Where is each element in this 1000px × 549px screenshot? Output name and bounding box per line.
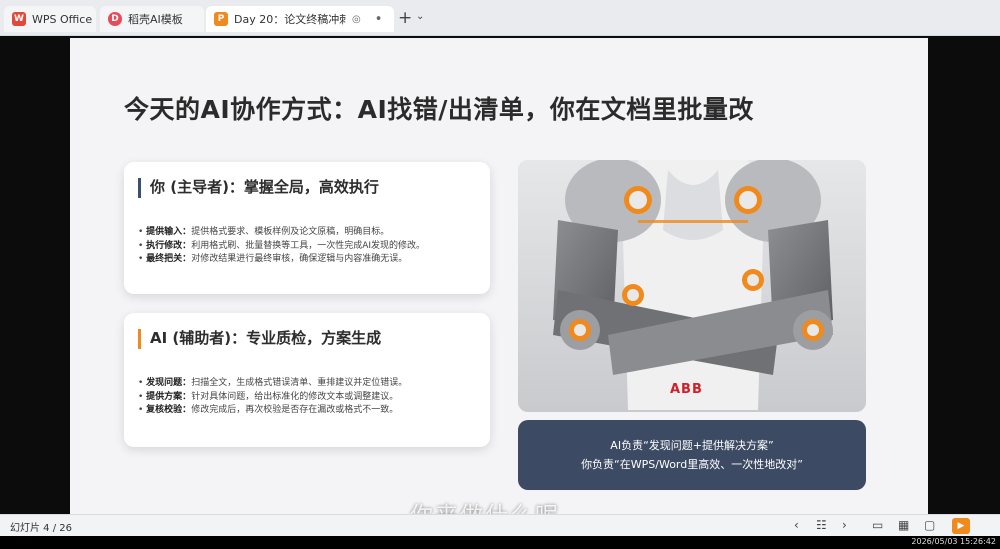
browser-tab-bar: W WPS Office D 稻壳AI模板 P Day 20：论文终稿冲刺指南 … [0, 0, 1000, 36]
tab-label: WPS Office [32, 12, 93, 26]
reading-view-icon[interactable]: ▢ [924, 518, 935, 532]
card-bullet-list: 发现问题：扫描全文，生成格式错误清单、重排建议并定位错误。 提供方案：针对具体问… [138, 377, 407, 418]
list-item: 最终把关：对修改结果进行最终审核，确保逻辑与内容准确无误。 [138, 253, 425, 267]
play-slideshow-button[interactable]: ▶ [952, 518, 970, 534]
card-ai-assistant: AI (辅助者)：专业质检，方案生成 发现问题：扫描全文，生成格式错误清单、重排… [124, 313, 490, 447]
status-bar: 幻灯片 4 / 26 ‹ ☷ › ▭ ▦ ▢ ▶ [0, 514, 1000, 536]
wps-icon: W [12, 12, 26, 26]
list-item: 执行修改：利用格式刷、批量替换等工具，一次性完成AI发现的修改。 [138, 240, 425, 254]
grid-view-icon[interactable]: ▦ [898, 518, 909, 532]
tab-wps-office[interactable]: W WPS Office [4, 6, 96, 32]
slide-sorter-icon[interactable]: ☷ [816, 518, 827, 532]
list-item: 发现问题：扫描全文，生成格式错误清单、重排建议并定位错误。 [138, 377, 407, 391]
summary-callout: AI负责“发现问题+提供解决方案” 你负责“在WPS/Word里高效、一次性地改… [518, 420, 866, 490]
robot-arms-crossed-image: ABB [518, 160, 866, 412]
abb-logo: ABB [670, 382, 703, 397]
system-clock: 2026/05/03 15:26:42 [911, 537, 996, 546]
callout-line-ai: AI负责“发现问题+提供解决方案” [610, 439, 774, 452]
slide-viewport: 今天的AI协作方式：AI找错/出清单，你在文档里批量改 你 (主导者)：掌握全局… [0, 36, 1000, 529]
recording-icon: ◎ [352, 13, 361, 25]
card-you-leader: 你 (主导者)：掌握全局，高效执行 提供输入：提供格式要求、模板样例及论文原稿，… [124, 162, 490, 294]
card-bullet-list: 提供输入：提供格式要求、模板样例及论文原稿，明确目标。 执行修改：利用格式刷、批… [138, 226, 425, 267]
list-item: 提供方案：针对具体问题，给出标准化的修改文本或调整建议。 [138, 391, 407, 405]
robot-illustration [518, 160, 866, 412]
normal-view-icon[interactable]: ▭ [872, 518, 883, 532]
list-item: 提供输入：提供格式要求、模板样例及论文原稿，明确目标。 [138, 226, 425, 240]
slide-title: 今天的AI协作方式：AI找错/出清单，你在文档里批量改 [124, 95, 754, 124]
chevron-down-icon[interactable]: ⌄ [416, 11, 424, 22]
tab-label: Day 20：论文终稿冲刺指南 [234, 13, 346, 26]
tab-presentation-active[interactable]: P Day 20：论文终稿冲刺指南 ◎ • [206, 6, 394, 32]
tab-docer-templates[interactable]: D 稻壳AI模板 [100, 6, 204, 32]
slide-canvas: 今天的AI协作方式：AI找错/出清单，你在文档里批量改 你 (主导者)：掌握全局… [70, 38, 928, 516]
previous-slide-icon[interactable]: ‹ [794, 518, 799, 532]
close-tab-icon[interactable]: • [375, 12, 383, 27]
card-accent-bar [138, 329, 141, 349]
next-slide-icon[interactable]: › [842, 518, 847, 532]
card-heading: AI (辅助者)：专业质检，方案生成 [150, 329, 382, 347]
taskbar-strip: 2026/05/03 15:26:42 [0, 536, 1000, 549]
callout-line-you: 你负责“在WPS/Word里高效、一次性地改对” [581, 458, 803, 471]
presentation-icon: P [214, 12, 228, 26]
card-accent-bar [138, 178, 141, 198]
docer-icon: D [108, 12, 122, 26]
tab-label: 稻壳AI模板 [128, 13, 183, 26]
card-heading: 你 (主导者)：掌握全局，高效执行 [150, 178, 379, 196]
slide-counter: 幻灯片 4 / 26 [10, 523, 72, 534]
list-item: 复核校验：修改完成后，再次校验是否存在漏改或格式不一致。 [138, 404, 407, 418]
new-tab-plus-icon[interactable]: + [398, 8, 412, 28]
